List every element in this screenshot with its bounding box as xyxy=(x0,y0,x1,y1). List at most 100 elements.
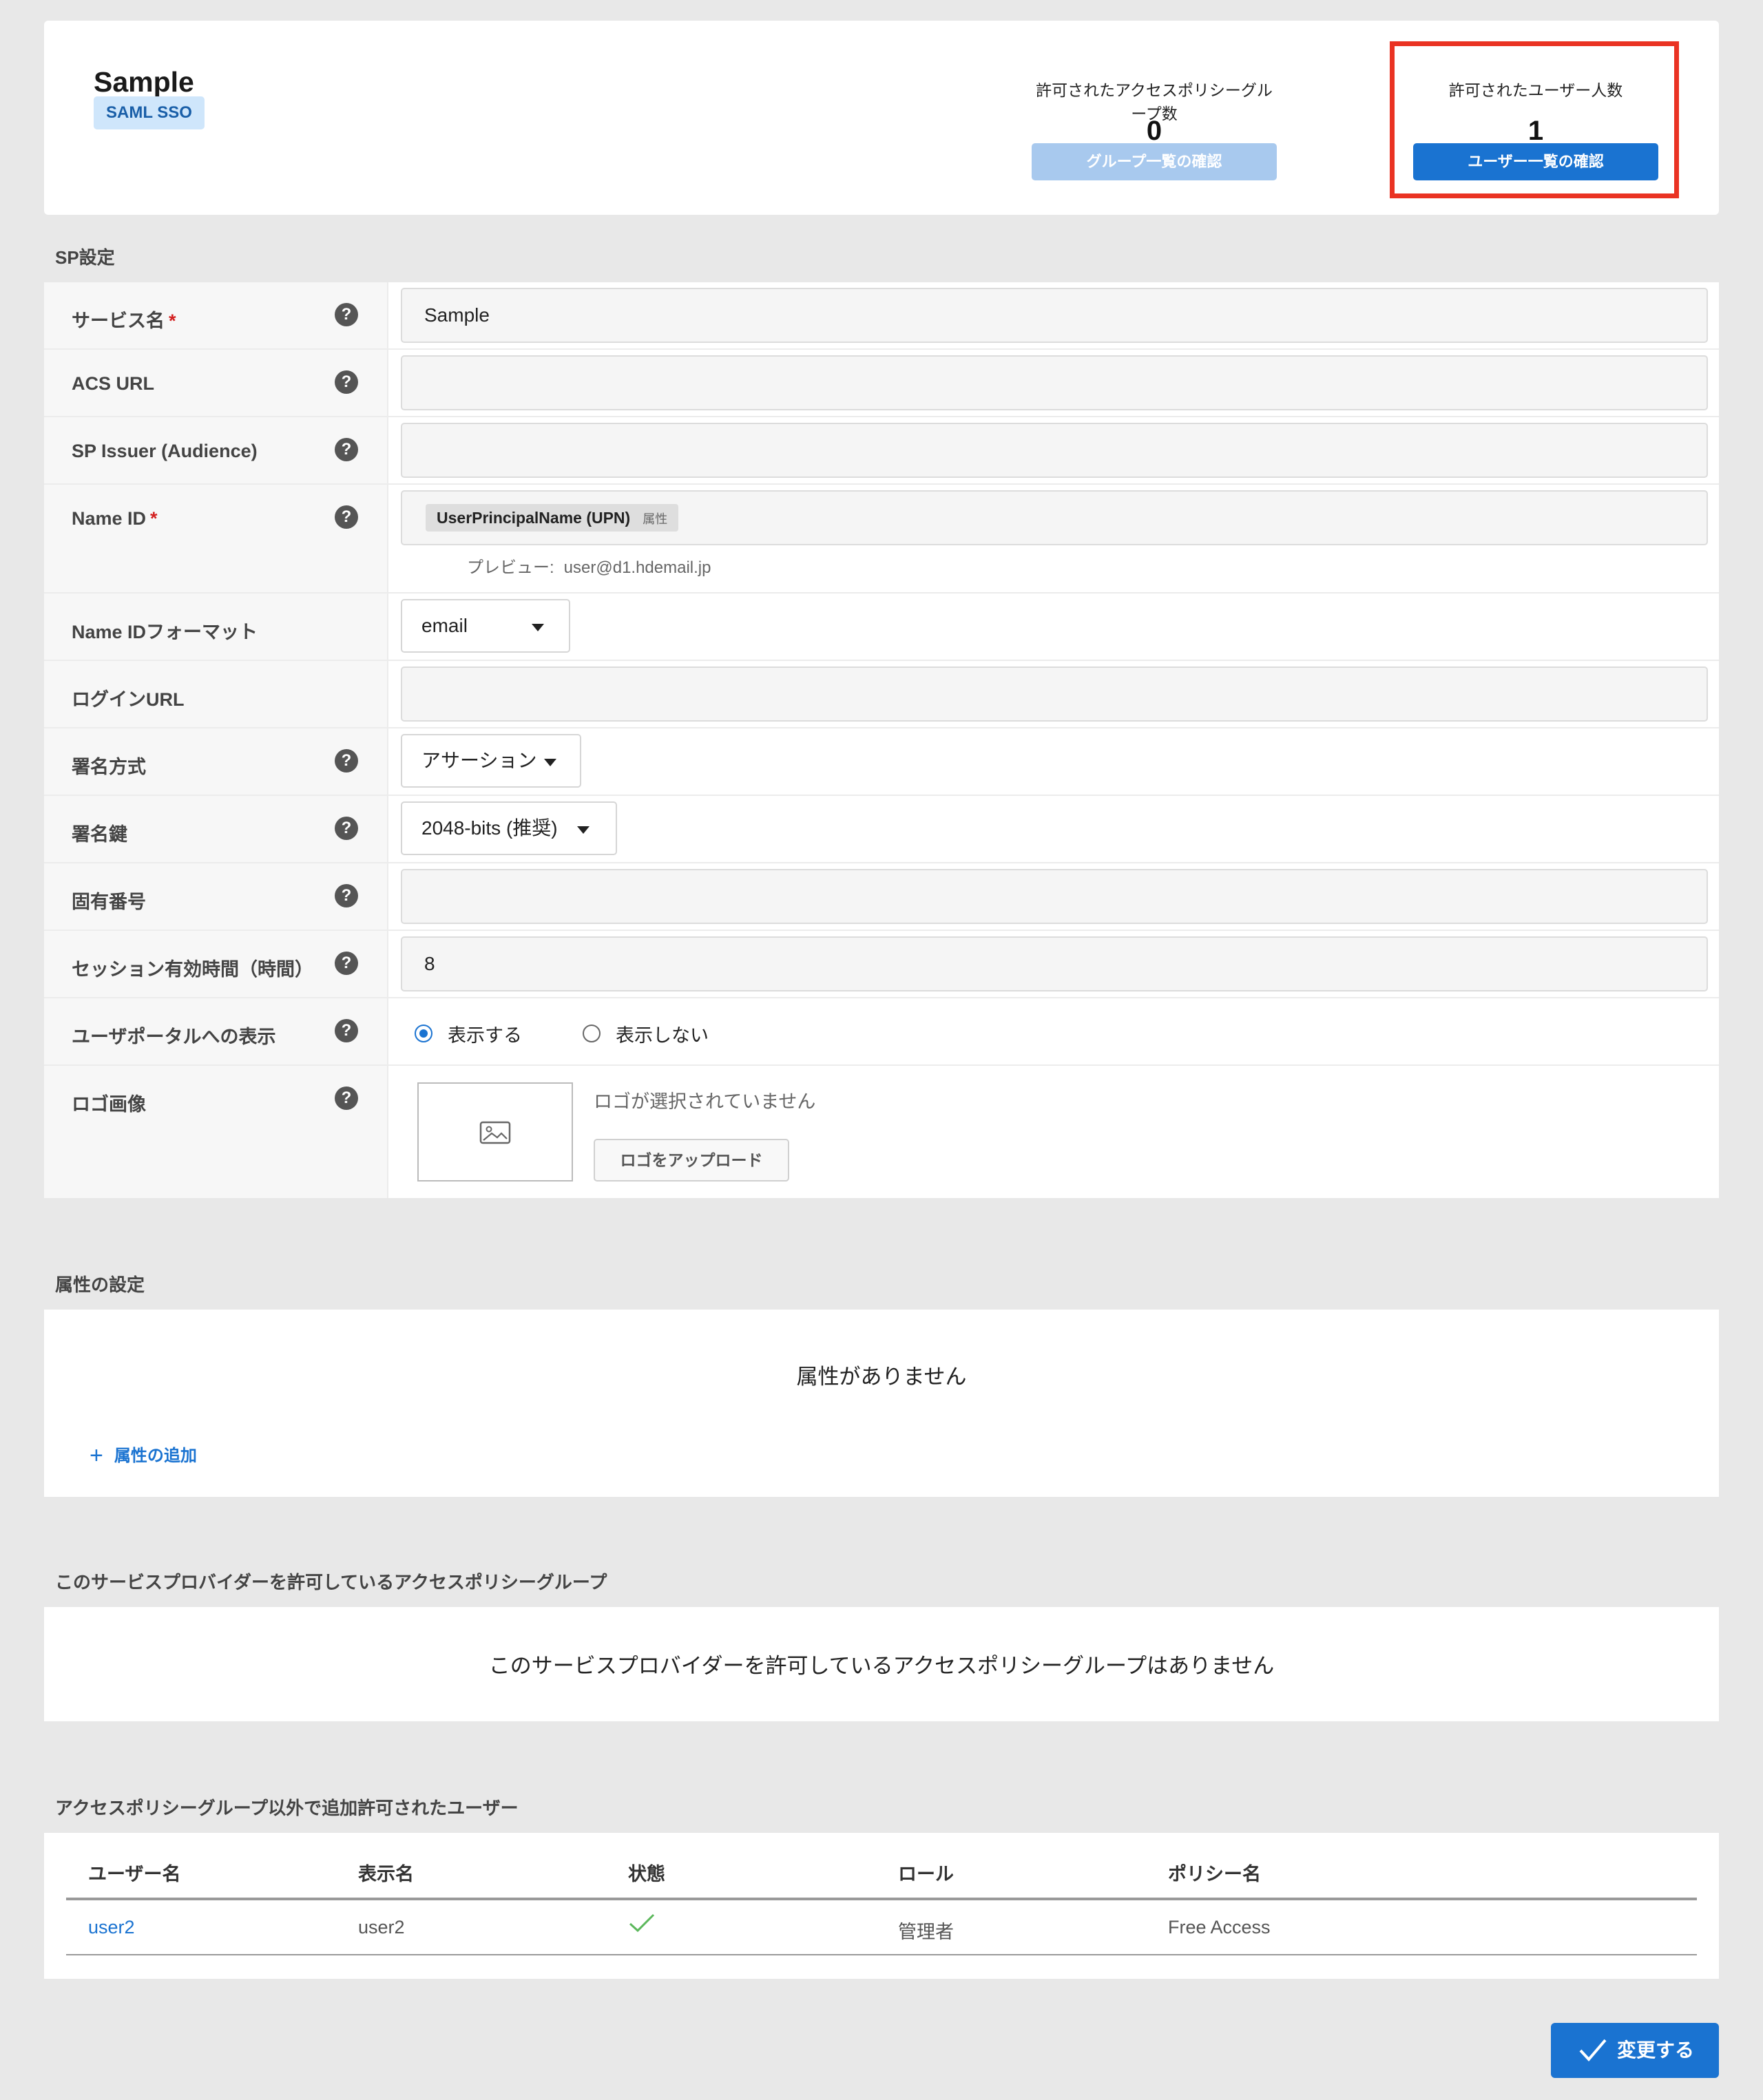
name-id-format-select[interactable]: email xyxy=(401,599,570,653)
help-icon[interactable]: ? xyxy=(335,370,358,394)
sign-method-label: 署名方式 xyxy=(72,757,146,777)
preview-label: プレビュー: xyxy=(467,558,554,577)
sign-method-select[interactable]: アサーション xyxy=(401,734,581,788)
help-icon[interactable]: ? xyxy=(335,817,358,840)
save-button-label: 変更する xyxy=(1616,2039,1694,2061)
no-policy-groups-message: このサービスプロバイダーを許可しているアクセスポリシーグループはありません xyxy=(488,1654,1275,1678)
acs-url-row: ACS URL ? xyxy=(44,350,1719,417)
attributes-title: 属性の設定 xyxy=(55,1274,145,1295)
column-header-display-name: 表示名 xyxy=(358,1864,414,1884)
username-link[interactable]: user2 xyxy=(88,1917,135,1938)
image-placeholder-icon xyxy=(479,1121,511,1144)
sign-method-row: 署名方式 ? アサーション xyxy=(44,728,1719,796)
column-header-policy: ポリシー名 xyxy=(1168,1864,1261,1884)
add-attribute-label: 属性の追加 xyxy=(114,1447,197,1465)
help-icon[interactable]: ? xyxy=(335,952,358,975)
preview-value: user@d1.hdemail.jp xyxy=(563,558,711,577)
no-logo-text: ロゴが選択されていません xyxy=(594,1091,816,1112)
portal-display-show-label[interactable]: 表示する xyxy=(448,1020,522,1047)
unique-number-row: 固有番号 ? xyxy=(44,863,1719,931)
extra-users-title: アクセスポリシーグループ以外で追加許可されたユーザー xyxy=(55,1798,519,1818)
attributes-card: 属性がありません + 属性の追加 xyxy=(44,1310,1719,1497)
name-id-label: Name ID xyxy=(72,508,147,529)
chevron-down-icon xyxy=(544,759,556,766)
allowed-users-label: 許可されたユーザー人数 xyxy=(1448,81,1623,99)
role-cell: 管理者 xyxy=(898,1922,954,1942)
session-time-label: セッション有効時間（時間） xyxy=(72,959,313,980)
allowed-groups-count: 0 xyxy=(1146,116,1162,146)
service-header-card: Sample SAML SSO 許可されたアクセスポリシーグループ数 0 グルー… xyxy=(44,21,1719,215)
sp-settings-title: SP設定 xyxy=(55,247,115,268)
help-icon[interactable]: ? xyxy=(335,505,358,529)
portal-display-hide-radio[interactable] xyxy=(583,1025,601,1042)
name-id-chip-label: UserPrincipalName (UPN) xyxy=(437,509,631,527)
view-group-list-button[interactable]: グループ一覧の確認 xyxy=(1032,143,1277,180)
help-icon[interactable]: ? xyxy=(335,1019,358,1042)
policy-groups-card: このサービスプロバイダーを許可しているアクセスポリシーグループはありません xyxy=(44,1607,1719,1721)
help-icon[interactable]: ? xyxy=(335,438,358,461)
name-id-attribute-chip[interactable]: UserPrincipalName (UPN) 属性 xyxy=(426,504,679,532)
chevron-down-icon xyxy=(577,826,590,834)
required-mark: * xyxy=(169,311,176,331)
name-id-format-value: email xyxy=(421,615,468,636)
help-icon[interactable]: ? xyxy=(335,749,358,773)
acs-url-input[interactable] xyxy=(401,355,1708,410)
service-name-input[interactable]: Sample xyxy=(401,288,1708,343)
sign-key-value: 2048-bits (推奨) xyxy=(421,817,558,839)
login-url-label: ログインURL xyxy=(72,689,185,710)
sign-key-label: 署名鍵 xyxy=(72,824,127,845)
logo-label: ロゴ画像 xyxy=(72,1094,146,1115)
sp-settings-form: サービス名 * ? Sample ACS URL ? SP Issuer (Aud… xyxy=(44,282,1719,1198)
column-header-role: ロール xyxy=(898,1864,954,1884)
check-icon xyxy=(1579,2039,1607,2062)
session-time-input[interactable]: 8 xyxy=(401,936,1708,991)
view-user-list-button[interactable]: ユーザー一覧の確認 xyxy=(1413,143,1658,180)
plus-icon: + xyxy=(90,1442,103,1469)
portal-display-label: ユーザポータルへの表示 xyxy=(72,1027,276,1047)
name-id-format-row: Name IDフォーマット email xyxy=(44,594,1719,661)
column-header-username: ユーザー名 xyxy=(88,1864,181,1884)
name-id-input[interactable]: UserPrincipalName (UPN) 属性 xyxy=(401,490,1708,545)
logo-preview xyxy=(417,1082,573,1182)
upload-logo-button[interactable]: ロゴをアップロード xyxy=(594,1139,789,1182)
acs-url-label: ACS URL xyxy=(72,373,154,394)
check-icon xyxy=(629,1913,655,1933)
portal-display-show-radio[interactable] xyxy=(415,1025,432,1042)
help-icon[interactable]: ? xyxy=(335,1086,358,1110)
add-attribute-link[interactable]: + 属性の追加 xyxy=(90,1442,197,1469)
no-attributes-message: 属性がありません xyxy=(796,1365,967,1389)
sp-issuer-row: SP Issuer (Audience) ? xyxy=(44,417,1719,485)
save-changes-button[interactable]: 変更する xyxy=(1551,2023,1719,2078)
service-title: Sample xyxy=(94,66,194,98)
policy-cell: Free Access xyxy=(1168,1917,1271,1938)
policy-groups-title: このサービスプロバイダーを許可しているアクセスポリシーグループ xyxy=(55,1572,607,1593)
sp-issuer-input[interactable] xyxy=(401,423,1708,478)
unique-number-label: 固有番号 xyxy=(72,892,146,912)
portal-display-hide-label[interactable]: 表示しない xyxy=(616,1020,709,1047)
name-id-format-label: Name IDフォーマット xyxy=(72,622,258,642)
name-id-chip-suffix: 属性 xyxy=(643,512,668,526)
help-icon[interactable]: ? xyxy=(335,303,358,326)
table-header-divider xyxy=(66,1898,1697,1900)
portal-display-row: ユーザポータルへの表示 ? 表示する 表示しない xyxy=(44,998,1719,1066)
unique-number-input[interactable] xyxy=(401,869,1708,924)
sign-key-select[interactable]: 2048-bits (推奨) xyxy=(401,801,617,855)
chevron-down-icon xyxy=(532,624,544,631)
display-name-cell: user2 xyxy=(358,1917,405,1938)
required-mark: * xyxy=(150,508,158,529)
session-time-row: セッション有効時間（時間） ? 8 xyxy=(44,931,1719,998)
sso-type-badge: SAML SSO xyxy=(94,96,205,129)
service-name-row: サービス名 * ? Sample xyxy=(44,282,1719,350)
allowed-users-count: 1 xyxy=(1527,116,1544,146)
help-icon[interactable]: ? xyxy=(335,884,358,907)
name-id-preview: プレビュー: user@d1.hdemail.jp xyxy=(467,554,711,578)
login-url-row: ログインURL xyxy=(44,661,1719,728)
table-row-divider xyxy=(66,1954,1697,1955)
login-url-input[interactable] xyxy=(401,666,1708,722)
sp-issuer-label: SP Issuer (Audience) xyxy=(72,441,258,461)
name-id-row: Name ID * ? UserPrincipalName (UPN) 属性 プレビ… xyxy=(44,485,1719,594)
sign-method-value: アサーション xyxy=(421,750,537,771)
extra-users-table: ユーザー名 表示名 状態 ロール ポリシー名 user2 user2 管理者 F… xyxy=(44,1833,1719,1979)
logo-row: ロゴ画像 ? ロゴが選択されていません ロゴをアップロード xyxy=(44,1066,1719,1198)
service-name-label: サービス名 xyxy=(72,311,165,331)
